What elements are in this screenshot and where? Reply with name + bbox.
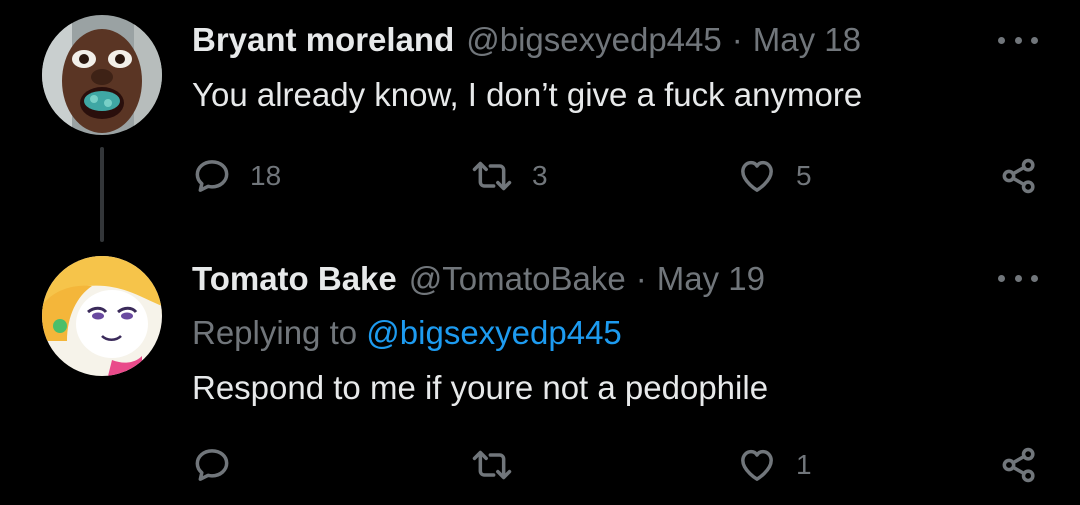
retweet-button[interactable] — [470, 445, 532, 485]
reply-button[interactable]: 18 — [192, 156, 281, 196]
cartoon-avatar-icon — [42, 256, 162, 376]
tweet-tomato-bake[interactable]: Tomato Bake @TomatoBake · May 19 Replyin… — [0, 243, 1080, 505]
replying-to-label: Replying to — [192, 314, 358, 351]
avatar[interactable] — [42, 15, 162, 135]
tweet-text: You already know, I don’t give a fuck an… — [192, 76, 863, 113]
speech-bubble-icon — [195, 449, 229, 481]
like-button[interactable]: 1 — [736, 445, 812, 485]
avatar[interactable] — [42, 256, 162, 376]
like-button[interactable]: 5 — [736, 156, 812, 196]
retweet-button[interactable]: 3 — [470, 156, 548, 196]
more-dots-icon[interactable] — [998, 30, 1038, 50]
tweet-header: Bryant moreland @bigsexyedp445 · May 18 — [192, 18, 861, 62]
share-icon — [1002, 447, 1035, 483]
tweet-header: Tomato Bake @TomatoBake · May 19 — [192, 257, 765, 301]
share-button[interactable] — [999, 445, 1039, 485]
like-count: 1 — [796, 449, 812, 480]
share-button[interactable] — [999, 156, 1039, 196]
tweet-text: Respond to me if youre not a pedophile — [192, 369, 769, 406]
display-name[interactable]: Bryant moreland — [192, 18, 454, 62]
replying-to: Replying to @bigsexyedp445 — [192, 311, 622, 355]
reply-button[interactable] — [192, 445, 250, 485]
more-dots-icon[interactable] — [998, 268, 1038, 288]
share-icon — [1002, 158, 1035, 194]
replying-to-handle-link[interactable]: @bigsexyedp445 — [366, 314, 622, 351]
reply-count: 18 — [250, 160, 282, 191]
retweet-count: 3 — [532, 160, 548, 191]
retweet-icon — [472, 161, 512, 191]
heart-icon — [741, 449, 773, 481]
tweet-date[interactable]: May 18 — [753, 18, 861, 62]
separator-dot: · — [635, 260, 647, 297]
user-avatar-photo-icon — [42, 15, 162, 135]
retweet-icon — [472, 450, 512, 480]
speech-bubble-icon — [195, 160, 229, 192]
user-handle[interactable]: @bigsexyedp445 — [466, 18, 722, 62]
tweet-bryant[interactable]: Bryant moreland @bigsexyedp445 · May 18 … — [0, 0, 1080, 243]
tweet-date[interactable]: May 19 — [657, 257, 765, 301]
like-count: 5 — [796, 160, 812, 191]
action-bar: 1 — [0, 445, 1080, 485]
separator-dot: · — [731, 21, 743, 58]
action-bar: 18 3 5 — [0, 156, 1080, 196]
display-name[interactable]: Tomato Bake — [192, 257, 397, 301]
heart-icon — [741, 160, 773, 192]
user-handle[interactable]: @TomatoBake — [409, 257, 626, 301]
